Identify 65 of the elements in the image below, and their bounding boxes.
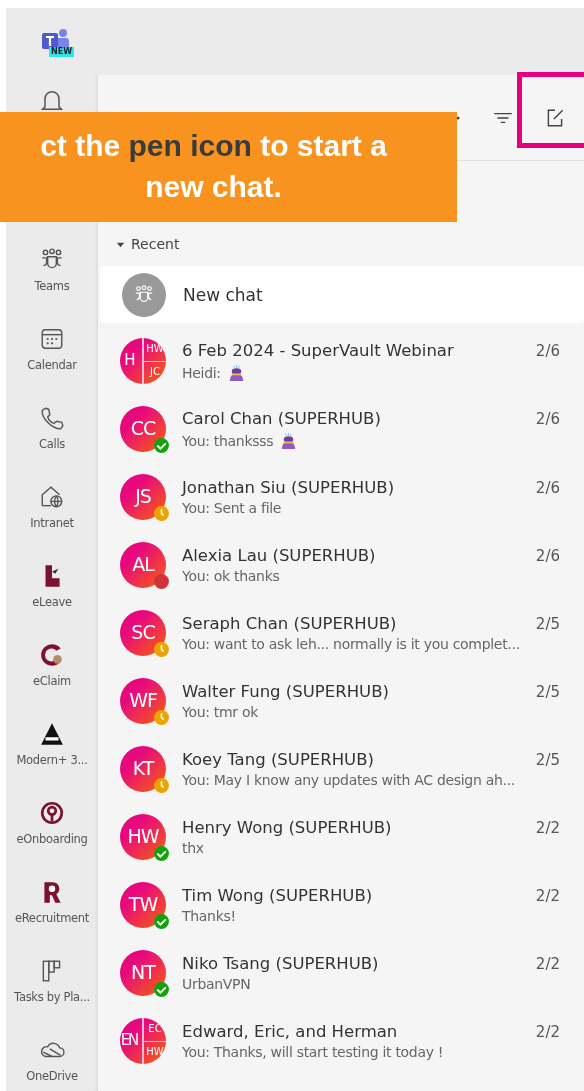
chat-list-item[interactable]: TW Tim Wong (SUPERHUB) 2/2 Thanks! (98, 871, 584, 939)
chat-date: 2/6 (535, 341, 560, 360)
instruction-callout: ct the pen icon to start a new chat. (0, 112, 457, 222)
message-preview: You: want to ask leh... normally is it you complet... (182, 636, 520, 652)
app-bar-item[interactable]: eRecruitment (6, 879, 98, 958)
app-bar-item[interactable]: OneDrive (6, 1037, 98, 1091)
chat-list-item[interactable]: JS Jonathan Siu (SUPERHUB) 2/6 You: Sent a file (98, 463, 584, 531)
chat-date: 2/5 (535, 615, 560, 633)
message-preview: Heidi: (182, 364, 221, 381)
message-preview: You: ok thanks (182, 568, 280, 584)
chat-name: Walter Fung (SUPERHUB) (182, 682, 389, 701)
message-preview: You: thanksss (182, 432, 274, 449)
recent-section-toggle[interactable]: Recent (116, 236, 180, 252)
avatar: WF (120, 678, 166, 724)
chat-date: 2/2 (535, 955, 560, 973)
chat-date: 2/2 (535, 887, 560, 905)
avatar: AL (120, 542, 166, 588)
chat-name: Tim Wong (SUPERHUB) (182, 886, 373, 905)
app-bar-item[interactable]: Tasks by Pla... (6, 958, 98, 1037)
chat-date: 2/6 (535, 409, 560, 428)
avatar: HW (120, 814, 166, 860)
app-bar-item[interactable]: Modern+ 3... (6, 721, 98, 800)
app-bar-item[interactable]: eLeave (6, 563, 98, 642)
chat-name: Carol Chan (SUPERHUB) (182, 408, 381, 428)
chat-list-item[interactable]: AL Alexia Lau (SUPERHUB) 2/6 You: ok thanks (98, 531, 584, 599)
avatar: SC (120, 610, 166, 656)
app-bar-item[interactable]: eClaim (6, 642, 98, 721)
chat-date: 2/2 (535, 819, 560, 837)
avatar: NT (120, 950, 166, 996)
chat-name: Edward, Eric, and Herman (182, 1022, 398, 1041)
chat-list-item[interactable]: HW Henry Wong (SUPERHUB) 2/2 thx (98, 803, 584, 871)
message-preview: Thanks! (182, 908, 236, 924)
chat-list-item[interactable]: WF Walter Fung (SUPERHUB) 2/5 You: tmr ok (98, 667, 584, 735)
new-chat-item[interactable]: New chat (100, 266, 584, 323)
message-preview: You: tmr ok (182, 704, 258, 720)
message-preview: You: Sent a file (182, 500, 282, 516)
avatar: CC (120, 406, 166, 452)
chat-list-item[interactable]: KT Koey Tang (SUPERHUB) 2/5 You: May I know any updates with AC design ah... (98, 735, 584, 803)
chat-name: 6 Feb 2024 - SuperVault Webinar (182, 340, 454, 360)
chat-name: Seraph Chan (SUPERHUB) (182, 614, 397, 633)
chat-date: 2/5 (535, 751, 560, 769)
message-preview: UrbanVPN (182, 976, 251, 992)
chat-date: 2/6 (535, 547, 560, 565)
chat-list-item[interactable]: NT Niko Tsang (SUPERHUB) 2/2 UrbanVPN (98, 939, 584, 1007)
chat-name: Henry Wong (SUPERHUB) (182, 818, 392, 837)
chat-date: 2/6 (535, 479, 560, 497)
avatar: TW (120, 882, 166, 928)
chat-date: 2/5 (535, 683, 560, 701)
chat-name: Alexia Lau (SUPERHUB) (182, 546, 376, 565)
message-preview: You: Thanks, will start testing it today ! (182, 1044, 444, 1060)
chat-date: 2/2 (535, 1023, 560, 1041)
chat-name: Koey Tang (SUPERHUB) (182, 750, 374, 769)
avatar: JS (120, 474, 166, 520)
app-bar-item[interactable]: Calls (6, 405, 98, 484)
app-bar-item[interactable]: eOnboarding (6, 800, 98, 879)
message-preview: thx (182, 840, 204, 856)
chat-list-item[interactable]: CC Carol Chan (SUPERHUB) 2/6 You: thanksss (98, 395, 584, 463)
chat-list-item[interactable]: SC Seraph Chan (SUPERHUB) 2/5 You: want to ask leh... normally is it you complet... (98, 599, 584, 667)
app-bar-item[interactable]: Teams (6, 247, 98, 326)
chat-name: Niko Tsang (SUPERHUB) (182, 954, 379, 973)
avatar: KT (120, 746, 166, 792)
message-preview: You: May I know any updates with AC design ah... (182, 772, 515, 788)
app-bar-item[interactable]: Intranet (6, 484, 98, 563)
chat-name: Jonathan Siu (SUPERHUB) (182, 478, 395, 497)
app-bar-item[interactable]: Calendar (6, 326, 98, 405)
